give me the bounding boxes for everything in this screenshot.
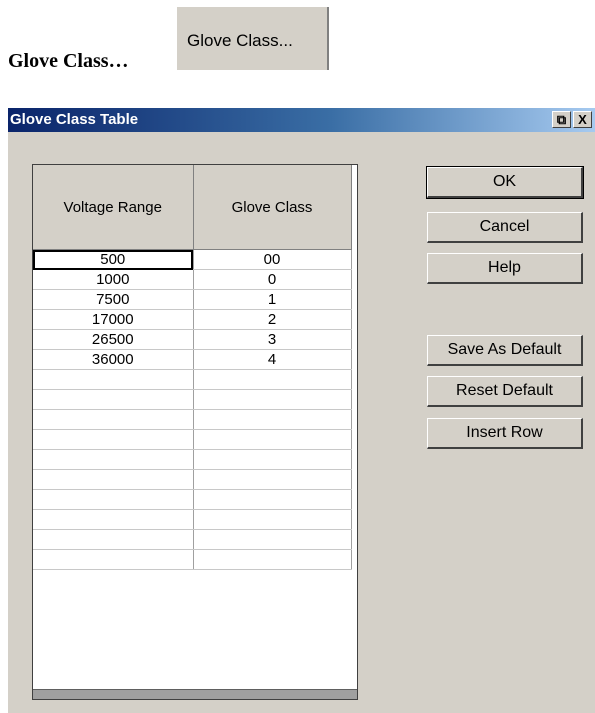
voltage-range-cell[interactable]	[33, 389, 194, 410]
table-row[interactable]	[33, 409, 352, 430]
close-icon[interactable]: X	[573, 111, 592, 128]
insert-row-button[interactable]: Insert Row	[427, 418, 583, 449]
voltage-range-cell[interactable]: 36000	[33, 349, 194, 370]
glove-class-cell[interactable]: 00	[193, 249, 352, 270]
table-row[interactable]	[33, 389, 352, 410]
voltage-range-cell[interactable]: 26500	[33, 329, 194, 350]
table-row[interactable]: 500 00	[33, 249, 352, 270]
help-button[interactable]: Help	[427, 253, 583, 284]
voltage-range-cell[interactable]	[33, 449, 194, 470]
glove-class-cell[interactable]: 1	[193, 289, 352, 310]
table-row[interactable]	[33, 489, 352, 510]
table-row[interactable]	[33, 469, 352, 490]
table-row[interactable]	[33, 429, 352, 450]
glove-class-cell[interactable]	[193, 389, 352, 410]
reset-default-button[interactable]: Reset Default	[427, 376, 583, 407]
glove-class-cell[interactable]	[193, 509, 352, 530]
table-row[interactable]: 26500 3	[33, 329, 352, 350]
table-row[interactable]: 36000 4	[33, 349, 352, 370]
glove-class-cell[interactable]	[193, 469, 352, 490]
table-row[interactable]	[33, 509, 352, 530]
cancel-button[interactable]: Cancel	[427, 212, 583, 243]
glove-class-grid[interactable]: Voltage Range Glove Class 500 00 1000 0 7500…	[32, 164, 358, 700]
voltage-range-cell[interactable]: 500	[33, 249, 194, 270]
voltage-range-cell[interactable]	[33, 369, 194, 390]
glove-class-cell[interactable]: 0	[193, 269, 352, 290]
glove-class-caption: Glove Class…	[8, 50, 129, 72]
dialog-title: Glove Class Table	[10, 111, 139, 128]
glove-class-cell[interactable]	[193, 449, 352, 470]
voltage-range-cell[interactable]	[33, 549, 194, 570]
voltage-range-cell[interactable]	[33, 429, 194, 450]
glove-class-cell[interactable]: 2	[193, 309, 352, 330]
grid-footer	[33, 689, 357, 699]
table-row[interactable]: 1000 0	[33, 269, 352, 290]
glove-class-cell[interactable]: 3	[193, 329, 352, 350]
ok-button[interactable]: OK	[426, 166, 584, 199]
voltage-range-cell[interactable]: 17000	[33, 309, 194, 330]
table-row[interactable]	[33, 449, 352, 470]
voltage-range-cell[interactable]	[33, 409, 194, 430]
glove-class-cell[interactable]	[193, 549, 352, 570]
restore-icon[interactable]: ⧉	[552, 111, 571, 128]
glove-class-cell[interactable]	[193, 409, 352, 430]
column-header-voltage-range[interactable]: Voltage Range	[33, 165, 194, 250]
table-row[interactable]: 17000 2	[33, 309, 352, 330]
glove-class-dialog: Glove Class Table ⧉ X Voltage Range Glov…	[8, 108, 595, 713]
glove-class-cell[interactable]: 4	[193, 349, 352, 370]
voltage-range-cell[interactable]	[33, 509, 194, 530]
voltage-range-cell[interactable]: 7500	[33, 289, 194, 310]
voltage-range-cell[interactable]	[33, 469, 194, 490]
save-as-default-button[interactable]: Save As Default	[427, 335, 583, 366]
table-row[interactable]: 7500 1	[33, 289, 352, 310]
table-row[interactable]	[33, 369, 352, 390]
dialog-titlebar[interactable]: Glove Class Table ⧉ X	[8, 108, 595, 132]
voltage-range-cell[interactable]	[33, 489, 194, 510]
voltage-range-cell[interactable]	[33, 529, 194, 550]
column-header-glove-class[interactable]: Glove Class	[193, 165, 352, 250]
glove-class-cell[interactable]	[193, 429, 352, 450]
glove-class-cell[interactable]	[193, 529, 352, 550]
glove-class-launcher-button[interactable]: Glove Class...	[177, 7, 329, 70]
glove-class-cell[interactable]	[193, 489, 352, 510]
voltage-range-cell[interactable]: 1000	[33, 269, 194, 290]
table-row[interactable]	[33, 529, 352, 550]
table-row[interactable]	[33, 549, 352, 570]
glove-class-cell[interactable]	[193, 369, 352, 390]
